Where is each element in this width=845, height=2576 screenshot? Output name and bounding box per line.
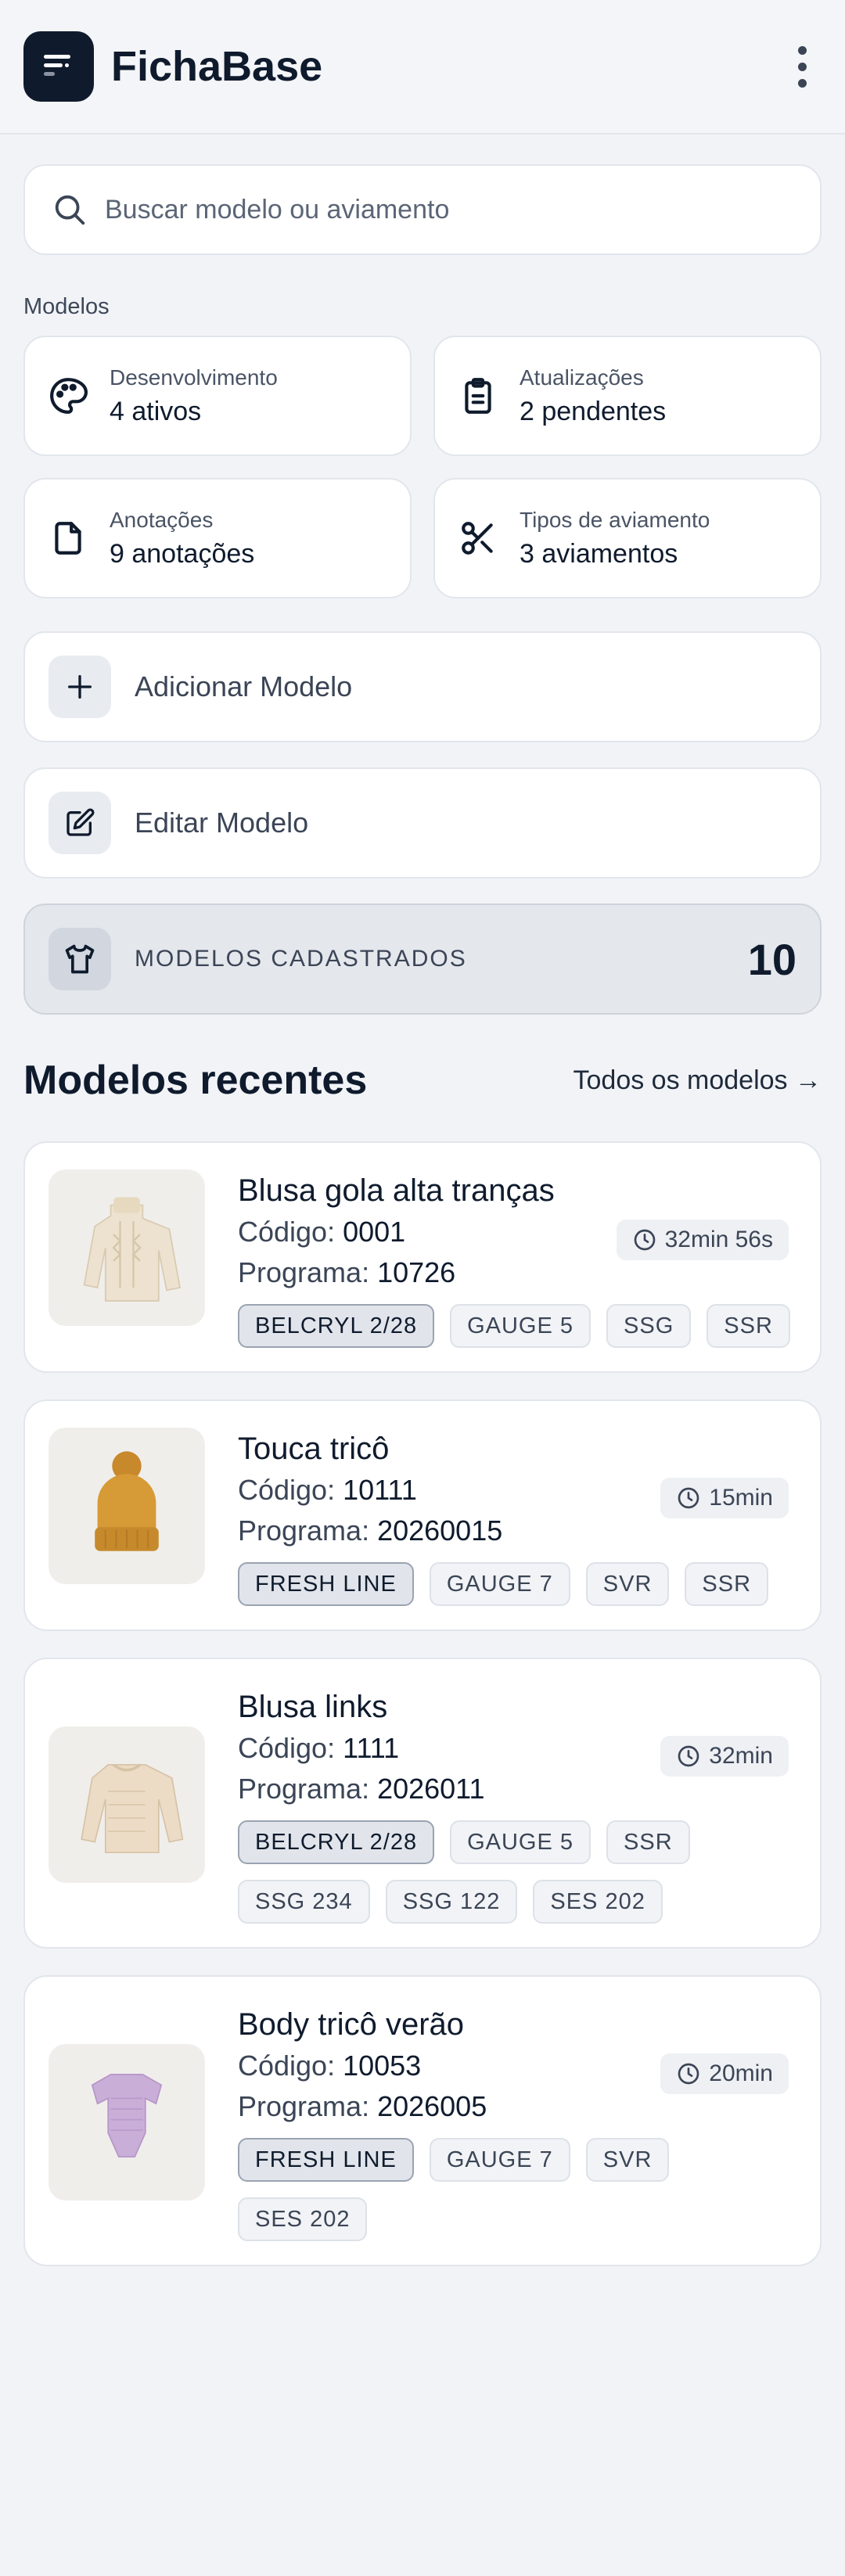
tag: SES 202 xyxy=(238,2197,368,2241)
tag: SSR xyxy=(707,1304,790,1348)
tag: SVR xyxy=(585,2138,670,2182)
tag: SSG 122 xyxy=(385,1880,518,1924)
clock-icon xyxy=(678,1745,699,1767)
tag: SES 202 xyxy=(533,1880,663,1924)
code-value: 10111 xyxy=(343,1474,417,1506)
tag: SSR xyxy=(685,1562,769,1606)
clock-icon xyxy=(678,2063,699,2085)
model-card[interactable]: Blusa gola alta tranças Código: 0001 Pro… xyxy=(23,1141,822,1373)
time-badge: 32min 56s xyxy=(616,1220,789,1260)
clock-icon xyxy=(678,1487,699,1509)
shirt-icon xyxy=(49,928,111,990)
program-value: 2026011 xyxy=(377,1773,485,1805)
time-value: 20min xyxy=(709,2060,773,2086)
app-title: FichaBase xyxy=(111,43,323,90)
search-placeholder: Buscar modelo ou aviamento xyxy=(105,194,450,225)
program-value: 20260015 xyxy=(377,1514,503,1547)
tag: GAUGE 7 xyxy=(429,2138,570,2182)
section-label: Modelos xyxy=(23,294,110,319)
model-name: Touca tricô xyxy=(238,1432,390,1466)
code-value: 1111 xyxy=(343,1732,400,1764)
scissors-icon xyxy=(462,522,493,555)
add-model-button[interactable]: Adicionar Modelo xyxy=(23,631,822,742)
program-value: 2026005 xyxy=(377,2090,487,2122)
yarn-tag: BELCRYL 2/28 xyxy=(238,1820,435,1864)
file-icon xyxy=(55,522,81,555)
all-models-link[interactable]: Todos os modelos → xyxy=(574,1065,822,1096)
stat-label: Atualizações xyxy=(520,365,644,390)
palette-icon xyxy=(50,378,88,414)
tag: SSG 234 xyxy=(238,1880,370,1924)
program-value: 10726 xyxy=(377,1256,456,1288)
code-label: Código: xyxy=(238,1216,343,1248)
more-options-icon[interactable] xyxy=(782,35,822,98)
model-thumbnail xyxy=(49,1169,205,1326)
tag: GAUGE 5 xyxy=(450,1820,592,1864)
time-value: 32min 56s xyxy=(664,1227,773,1252)
stat-card-desenvolvimento[interactable]: Desenvolvimento 4 ativos xyxy=(23,336,412,456)
time-badge: 15min xyxy=(660,1478,789,1518)
stat-value: 3 aviamentos xyxy=(520,538,678,569)
clipboard-icon xyxy=(465,378,491,414)
time-badge: 32min xyxy=(660,1736,789,1777)
code-label: Código: xyxy=(238,2050,343,2082)
stat-label: Desenvolvimento xyxy=(110,365,278,390)
model-thumbnail xyxy=(49,2044,205,2201)
stat-card-anotacoes[interactable]: Anotações 9 anotações xyxy=(23,478,412,598)
yarn-tag: BELCRYL 2/28 xyxy=(238,1304,435,1348)
model-card[interactable]: Blusa links Código: 1111 Programa: 20260… xyxy=(23,1658,822,1949)
tag: SSR xyxy=(606,1820,690,1864)
yarn-tag: FRESH LINE xyxy=(238,1562,414,1606)
time-value: 32min xyxy=(709,1743,773,1769)
model-name: Blusa links xyxy=(238,1690,388,1724)
app-logo-icon[interactable] xyxy=(23,31,94,102)
time-badge: 20min xyxy=(660,2053,789,2094)
code-value: 0001 xyxy=(343,1216,406,1248)
add-model-label: Adicionar Modelo xyxy=(135,670,353,702)
program-label: Programa: xyxy=(238,1256,378,1288)
stat-value: 4 ativos xyxy=(110,396,202,426)
tag: GAUGE 7 xyxy=(429,1562,570,1606)
edit-model-button[interactable]: Editar Modelo xyxy=(23,767,822,878)
stat-value: 2 pendentes xyxy=(520,396,667,426)
model-card[interactable]: Touca tricô Código: 10111 Programa: 2026… xyxy=(23,1399,822,1631)
clock-icon xyxy=(634,1229,655,1251)
tag: SVR xyxy=(585,1562,670,1606)
edit-icon xyxy=(49,792,111,854)
plus-icon xyxy=(49,656,111,718)
model-name: Body tricô verão xyxy=(238,2007,465,2042)
code-label: Código: xyxy=(238,1474,343,1506)
program-label: Programa: xyxy=(238,1514,378,1547)
program-label: Programa: xyxy=(238,2090,378,2122)
stat-label: Anotações xyxy=(110,507,214,532)
counter-label: MODELOS CADASTRADOS xyxy=(135,946,467,972)
search-input[interactable]: Buscar modelo ou aviamento xyxy=(23,164,822,255)
registered-models-counter: MODELOS CADASTRADOS 10 xyxy=(23,904,822,1015)
counter-value: 10 xyxy=(747,934,796,984)
model-card[interactable]: Body tricô verão Código: 10053 Programa:… xyxy=(23,1975,822,2266)
recent-models-title: Modelos recentes xyxy=(23,1058,368,1103)
model-thumbnail xyxy=(49,1428,205,1584)
stat-value: 9 anotações xyxy=(110,538,255,569)
code-label: Código: xyxy=(238,1732,343,1764)
stat-label: Tipos de aviamento xyxy=(520,507,710,532)
yarn-tag: FRESH LINE xyxy=(238,2138,414,2182)
tag: GAUGE 5 xyxy=(450,1304,592,1348)
stat-card-aviamentos[interactable]: Tipos de aviamento 3 aviamentos xyxy=(433,478,822,598)
stat-card-atualizacoes[interactable]: Atualizações 2 pendentes xyxy=(433,336,822,456)
program-label: Programa: xyxy=(238,1773,378,1805)
model-name: Blusa gola alta tranças xyxy=(238,1173,555,1208)
time-value: 15min xyxy=(709,1485,773,1511)
model-thumbnail xyxy=(49,1726,205,1883)
code-value: 10053 xyxy=(343,2050,422,2082)
tag: SSG xyxy=(606,1304,692,1348)
app-header: FichaBase xyxy=(0,0,845,135)
edit-model-label: Editar Modelo xyxy=(135,807,309,839)
search-icon xyxy=(55,195,85,225)
